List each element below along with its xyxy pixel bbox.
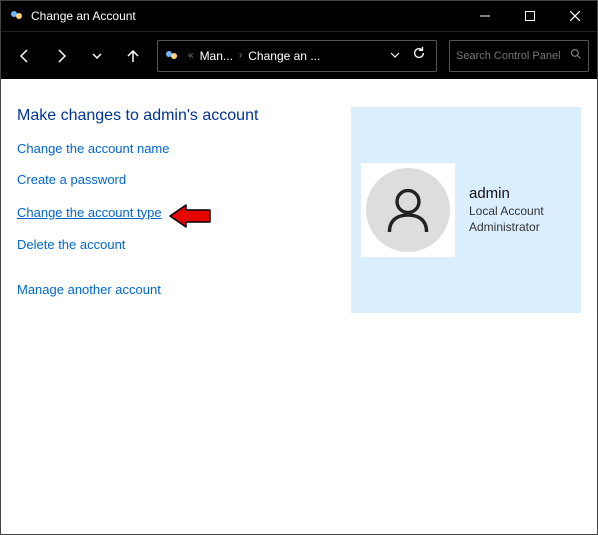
page-heading: Make changes to admin's account [17, 107, 351, 125]
refresh-button[interactable] [406, 46, 432, 65]
user-role: Administrator [469, 220, 544, 236]
nav-bar: « Man... › Change an ... [1, 31, 597, 79]
link-create-password[interactable]: Create a password [17, 172, 126, 187]
address-bar[interactable]: « Man... › Change an ... [157, 40, 437, 72]
chevron-right-icon[interactable]: › [237, 50, 244, 61]
search-box[interactable] [449, 40, 589, 72]
link-manage-another[interactable]: Manage another account [17, 282, 161, 297]
content-area: Make changes to admin's account Change t… [1, 79, 597, 329]
title-bar: Change an Account [1, 1, 597, 31]
minimize-button[interactable] [462, 1, 507, 31]
breadcrumb-seg-2[interactable]: Change an ... [244, 49, 324, 63]
close-button[interactable] [552, 1, 597, 31]
breadcrumb-seg-1[interactable]: Man... [196, 49, 237, 63]
back-button[interactable] [9, 40, 41, 72]
user-icon [381, 183, 435, 237]
app-icon [9, 8, 25, 24]
avatar-circle [366, 168, 450, 252]
avatar [361, 163, 455, 257]
user-name: admin [469, 185, 544, 202]
up-button[interactable] [117, 40, 149, 72]
window-title: Change an Account [31, 9, 462, 23]
search-input[interactable] [456, 50, 566, 62]
address-expand[interactable] [384, 49, 406, 63]
location-icon [162, 46, 182, 66]
breadcrumb-prefix: « [186, 50, 196, 61]
user-type: Local Account [469, 204, 544, 220]
annotation-arrow-icon [168, 203, 208, 229]
account-card: admin Local Account Administrator [351, 107, 581, 313]
link-change-name[interactable]: Change the account name [17, 141, 170, 156]
link-change-type[interactable]: Change the account type [17, 205, 162, 220]
recent-dropdown[interactable] [81, 40, 113, 72]
link-delete-account[interactable]: Delete the account [17, 237, 125, 252]
maximize-button[interactable] [507, 1, 552, 31]
forward-button[interactable] [45, 40, 77, 72]
search-icon[interactable] [570, 47, 582, 65]
